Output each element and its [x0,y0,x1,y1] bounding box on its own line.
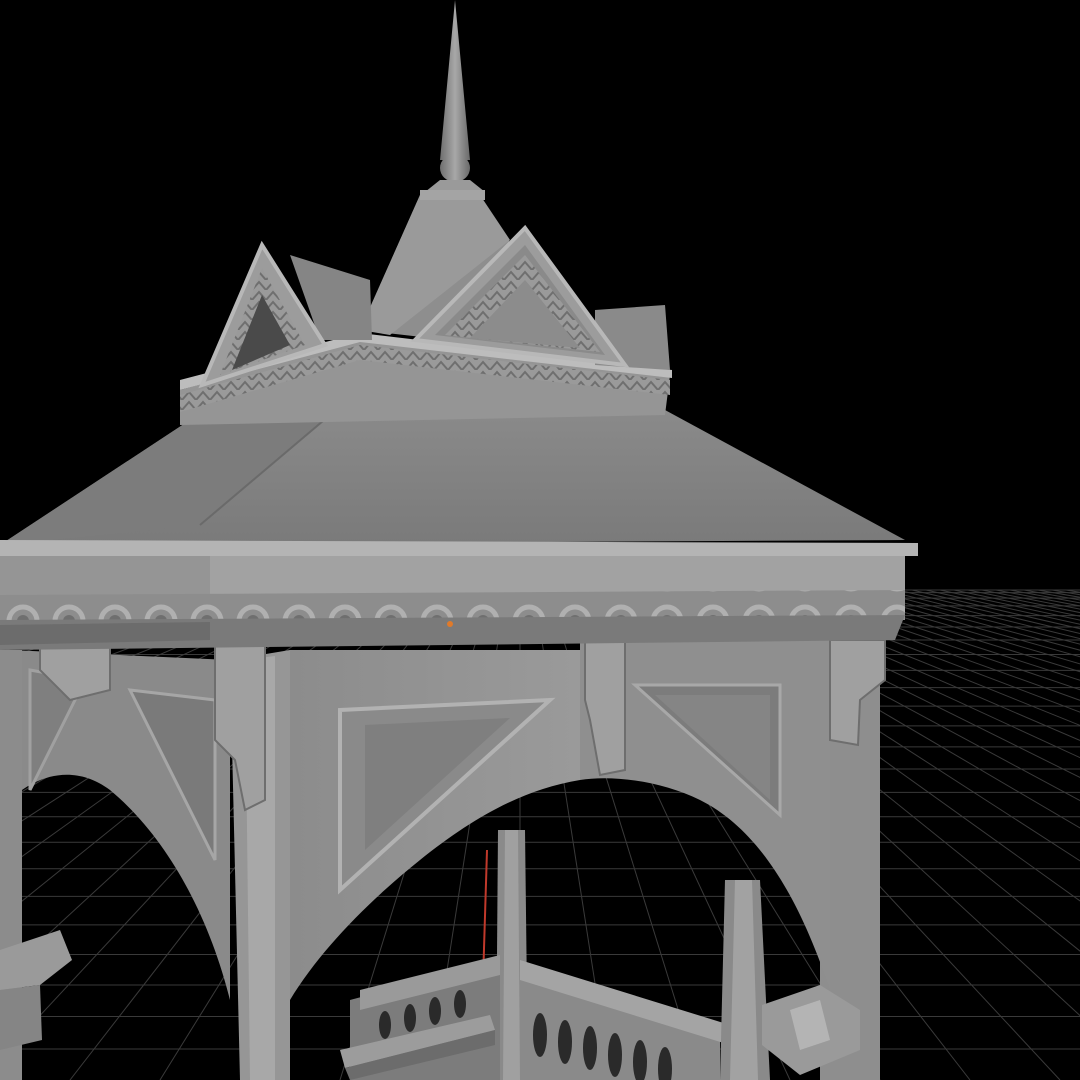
viewport-canvas[interactable] [0,0,1080,1080]
grid-line [995,589,1080,607]
grid-line [939,589,1080,621]
spire [420,0,485,200]
origin-marker [447,621,453,627]
grid-line [1051,589,1080,596]
grid-line [855,589,1080,651]
eave-fascia [0,550,905,650]
main-roof [0,410,918,556]
3d-viewport[interactable] [0,0,1080,1080]
grid-line [967,589,1080,614]
grid-line [1037,589,1080,598]
gazebo-model[interactable] [0,0,918,1080]
grid-line [981,589,1080,610]
grid-line [953,589,1080,617]
front-arch-panel [290,650,580,1000]
railing [340,955,730,1080]
